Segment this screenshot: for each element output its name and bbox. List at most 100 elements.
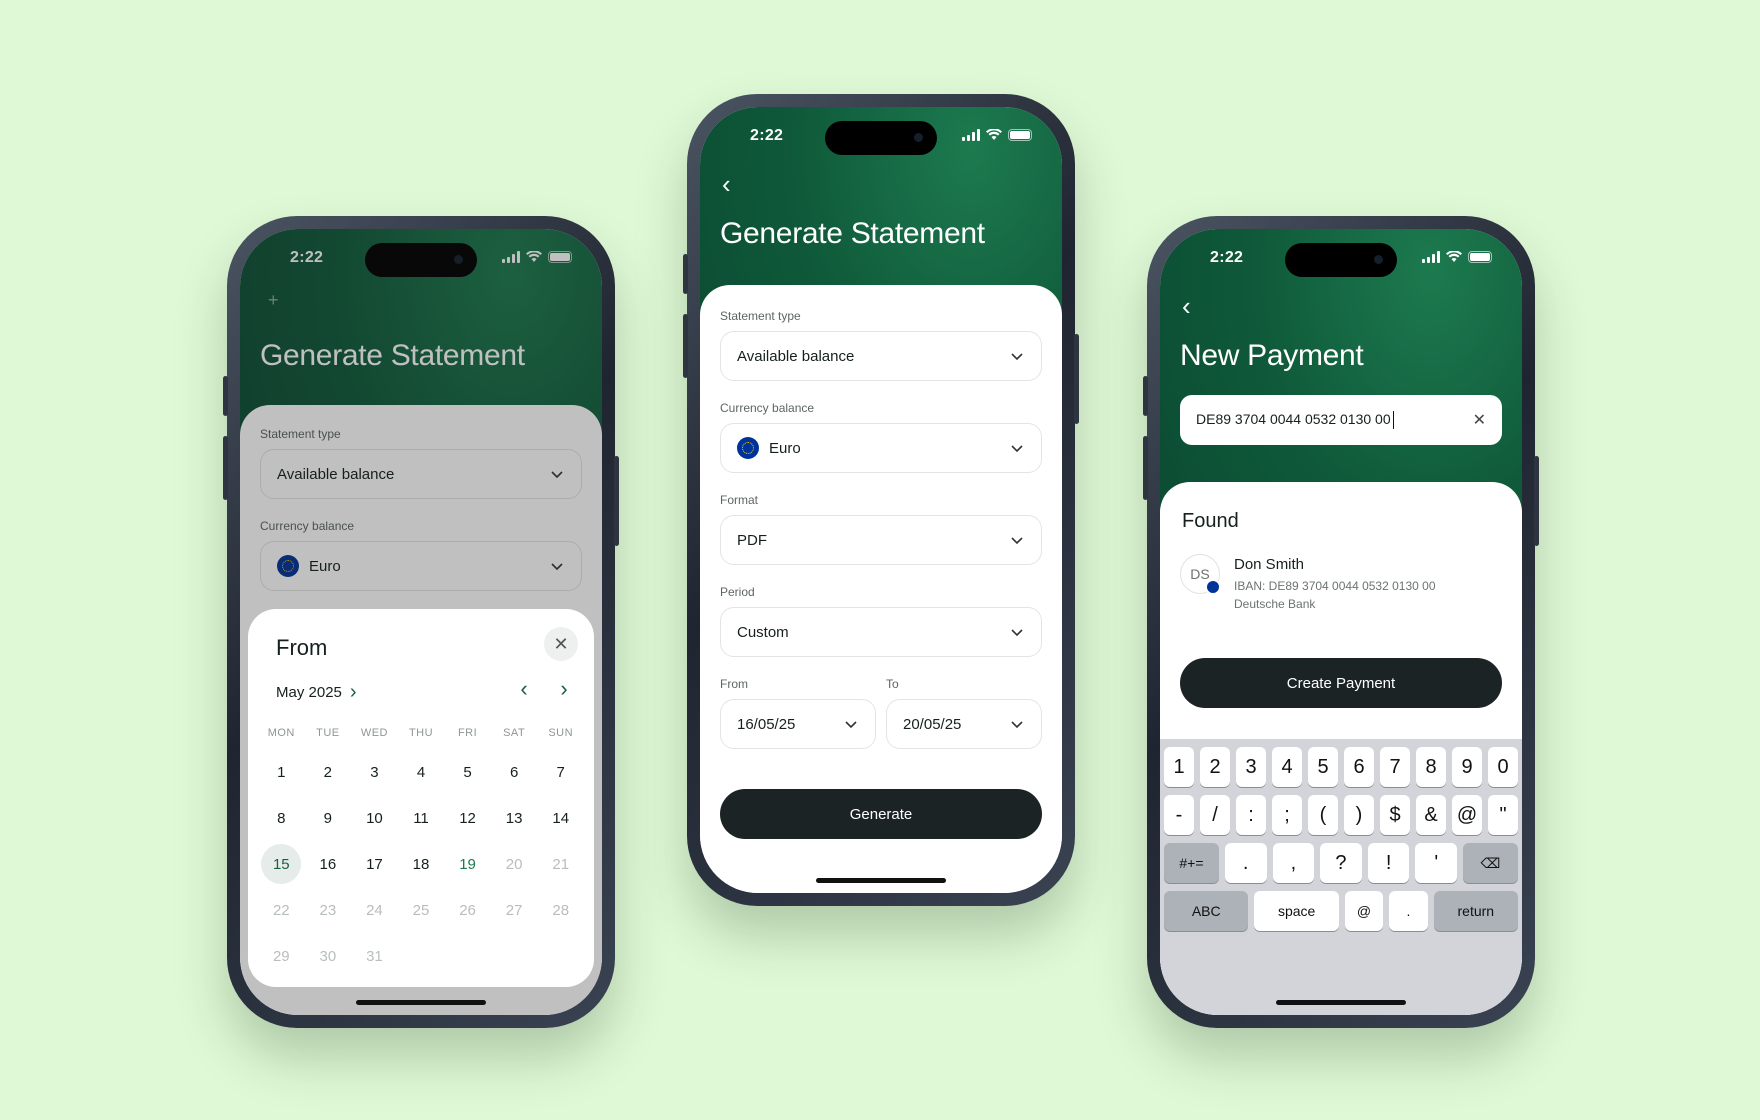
chevron-down-icon	[1011, 445, 1023, 453]
close-button[interactable]: ✕	[544, 627, 578, 661]
calendar-day: 30	[305, 933, 352, 979]
calendar-day-number: 6	[509, 763, 519, 781]
keyboard-key[interactable]: (	[1308, 795, 1338, 835]
calendar-day[interactable]: 5	[444, 749, 491, 795]
calendar-day[interactable]: 11	[398, 795, 445, 841]
calendar-day[interactable]: 19	[444, 841, 491, 887]
key-return[interactable]: return	[1433, 891, 1519, 931]
calendar-day[interactable]: 1	[258, 749, 305, 795]
next-month-button[interactable]: ›	[550, 675, 578, 703]
home-indicator	[816, 878, 946, 883]
calendar-day-number: 27	[505, 901, 523, 919]
create-payment-button[interactable]: Create Payment	[1180, 658, 1502, 708]
calendar-day[interactable]: 8	[258, 795, 305, 841]
keyboard-key[interactable]: :	[1236, 795, 1266, 835]
calendar-day[interactable]: 18	[398, 841, 445, 887]
keyboard-key[interactable]: ;	[1272, 795, 1302, 835]
key-at[interactable]: @	[1344, 891, 1384, 931]
calendar-day[interactable]: 14	[537, 795, 584, 841]
statement-type-select[interactable]: Available balance	[720, 331, 1042, 381]
calendar-day[interactable]: 17	[351, 841, 398, 887]
found-heading: Found	[1182, 510, 1239, 532]
keyboard-key[interactable]: 5	[1308, 747, 1338, 787]
dynamic-island	[825, 121, 937, 155]
weekday-label: MON	[267, 727, 295, 739]
calendar-day[interactable]: 3	[351, 749, 398, 795]
prev-month-button[interactable]: ‹	[510, 675, 538, 703]
keyboard-key[interactable]: 0	[1488, 747, 1518, 787]
keyboard-key[interactable]: 9	[1452, 747, 1482, 787]
keyboard-key[interactable]: 2	[1200, 747, 1230, 787]
screen: 2:22 ‹ Generate Statement Statement type…	[700, 107, 1062, 893]
calendar-day-number: 11	[413, 809, 429, 827]
keyboard-key[interactable]: 8	[1416, 747, 1446, 787]
calendar-day-number: 24	[366, 901, 383, 919]
keyboard-key[interactable]: 6	[1344, 747, 1374, 787]
clear-icon[interactable]: ✕	[1473, 410, 1486, 430]
calendar-day: 26	[444, 887, 491, 933]
calendar-day[interactable]: 2	[305, 749, 352, 795]
statement-type-label: Statement type	[720, 309, 801, 323]
status-time: 2:22	[1210, 249, 1244, 266]
calendar-day[interactable]: 15	[258, 841, 305, 887]
keyboard-key[interactable]: )	[1344, 795, 1374, 835]
keyboard-key[interactable]: '	[1415, 843, 1458, 883]
calendar-day[interactable]: 13	[491, 795, 538, 841]
keyboard-key[interactable]: ,	[1272, 843, 1315, 883]
page-title: New Payment	[1180, 339, 1364, 372]
keyboard-key[interactable]: !	[1367, 843, 1410, 883]
calendar-day-number: 25	[412, 901, 430, 919]
calendar-day[interactable]: 16	[305, 841, 352, 887]
to-date-select[interactable]: 20/05/25	[886, 699, 1042, 749]
key-dot[interactable]: .	[1389, 891, 1428, 931]
calendar-day[interactable]: 9	[305, 795, 352, 841]
side-button	[223, 436, 228, 500]
home-indicator	[1276, 1000, 1406, 1005]
calendar-day-number: 17	[366, 855, 383, 873]
backspace-key[interactable]: ⌫	[1463, 843, 1518, 883]
calendar-day-number: 3	[370, 763, 379, 781]
currency-label: Currency balance	[720, 401, 815, 415]
period-select[interactable]: Custom	[720, 607, 1042, 657]
form-sheet: Statement type Available balance Currenc…	[700, 285, 1062, 893]
contact-result[interactable]: DS Don Smith IBAN: DE89 3704 0044 0532 0…	[1180, 554, 1436, 611]
calendar-day: 22	[258, 887, 305, 933]
back-icon[interactable]: ‹	[1182, 293, 1191, 319]
calendar-day[interactable]: 12	[444, 795, 491, 841]
keyboard-key[interactable]: "	[1488, 795, 1518, 835]
from-date-select[interactable]: 16/05/25	[720, 699, 876, 749]
close-icon: ✕	[553, 633, 569, 654]
calendar-day[interactable]: 7	[537, 749, 584, 795]
currency-select[interactable]: Euro	[720, 423, 1042, 473]
calendar-day[interactable]: 4	[398, 749, 445, 795]
keyboard-key[interactable]: &	[1416, 795, 1446, 835]
statement-type-value: Available balance	[737, 347, 855, 365]
avatar: DS	[1180, 554, 1221, 595]
keyboard-key[interactable]: 7	[1380, 747, 1410, 787]
back-icon[interactable]: ‹	[722, 171, 731, 197]
chevron-down-icon	[845, 721, 857, 729]
keyboard-key[interactable]: 4	[1272, 747, 1302, 787]
keyboard-key[interactable]: @	[1452, 795, 1482, 835]
numeric-keyboard: 1234567890 - /:;() $ & @ " #+= .,?! ' ⌫ ABC sp…	[1160, 739, 1522, 1015]
month-selector[interactable]: May 2025 ›	[276, 681, 357, 704]
keyboard-key[interactable]: 3	[1236, 747, 1266, 787]
weekday-label: SAT	[503, 727, 526, 739]
key-space[interactable]: space	[1254, 891, 1339, 931]
calendar-day: 29	[258, 933, 305, 979]
signal-icon	[1422, 251, 1440, 263]
keyboard-key[interactable]: 1	[1164, 747, 1194, 787]
keyboard-key[interactable]: $	[1380, 795, 1410, 835]
key-symbols[interactable]: #+=	[1164, 843, 1219, 883]
keyboard-key[interactable]: -	[1164, 795, 1194, 835]
keyboard-key[interactable]: .	[1224, 843, 1267, 883]
calendar-day[interactable]: 6	[491, 749, 538, 795]
format-select[interactable]: PDF	[720, 515, 1042, 565]
generate-button[interactable]: Generate	[720, 789, 1042, 839]
key-abc[interactable]: ABC	[1164, 891, 1249, 931]
iban-search-input[interactable]: DE89 3704 0044 0532 0130 00 ✕	[1180, 395, 1502, 445]
keyboard-key[interactable]: /	[1200, 795, 1230, 835]
weekday-label: TUE	[316, 727, 340, 739]
keyboard-key[interactable]: ?	[1320, 843, 1362, 883]
calendar-day[interactable]: 10	[351, 795, 398, 841]
